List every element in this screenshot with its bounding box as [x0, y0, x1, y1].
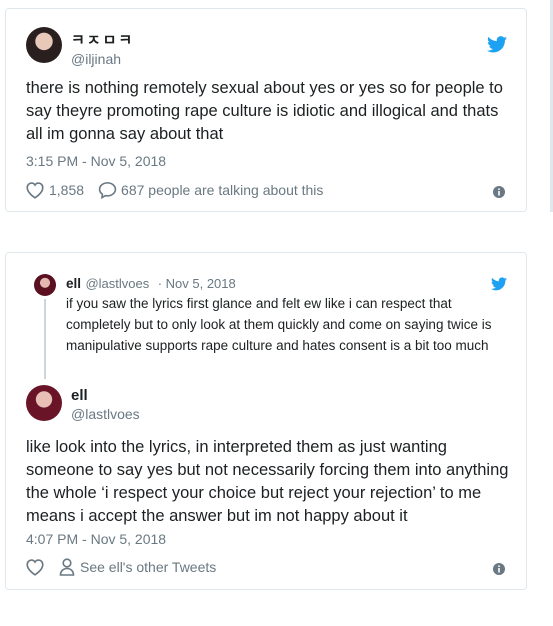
quoted-header: ell @lastlvoes · Nov 5, 2018	[66, 275, 236, 293]
thread-line	[44, 299, 46, 379]
quoted-user-handle[interactable]: @lastlvoes	[85, 276, 149, 291]
info-icon[interactable]	[493, 563, 505, 575]
tweet-text: there is nothing remotely sexual about y…	[26, 79, 503, 143]
heart-icon[interactable]	[25, 558, 45, 576]
tweet-actions: 1,858 687 people are talking about this	[25, 181, 323, 199]
other-tweets-link[interactable]: See ell's other Tweets	[80, 559, 216, 575]
tweet-actions: See ell's other Tweets	[25, 558, 216, 576]
like-count[interactable]: 1,858	[49, 182, 84, 198]
user-name[interactable]: ㅋㅈㅁㅋ	[71, 29, 134, 50]
twitter-bird-icon[interactable]	[491, 277, 507, 291]
user-handle[interactable]: @iljinah	[71, 51, 121, 67]
info-icon[interactable]	[493, 186, 505, 198]
conversation-link[interactable]: 687 people are talking about this	[121, 182, 323, 198]
twitter-bird-icon[interactable]	[487, 36, 507, 53]
avatar[interactable]	[26, 385, 62, 421]
heart-icon[interactable]	[25, 181, 45, 199]
quoted-tweet-text: if you saw the lyrics first glance and f…	[66, 296, 492, 353]
quoted-avatar[interactable]	[34, 274, 56, 296]
tweet-card-2[interactable]: ell @lastlvoes · Nov 5, 2018 if you saw …	[5, 252, 527, 590]
quoted-user-name[interactable]: ell	[66, 276, 81, 291]
user-handle[interactable]: @lastlvoes	[71, 406, 140, 422]
person-icon[interactable]	[59, 558, 75, 576]
tweet-text: like look into the lyrics, in interprete…	[26, 438, 509, 525]
quoted-date[interactable]: · Nov 5, 2018	[158, 276, 236, 291]
tweet-timestamp[interactable]: 3:15 PM - Nov 5, 2018	[26, 153, 166, 169]
avatar[interactable]	[26, 27, 62, 63]
user-name[interactable]: ell	[71, 387, 88, 404]
speech-bubble-icon[interactable]	[98, 181, 117, 199]
tweet-card-1[interactable]: ㅋㅈㅁㅋ @iljinah there is nothing remotely …	[5, 8, 527, 212]
tweet-timestamp[interactable]: 4:07 PM - Nov 5, 2018	[26, 531, 166, 547]
